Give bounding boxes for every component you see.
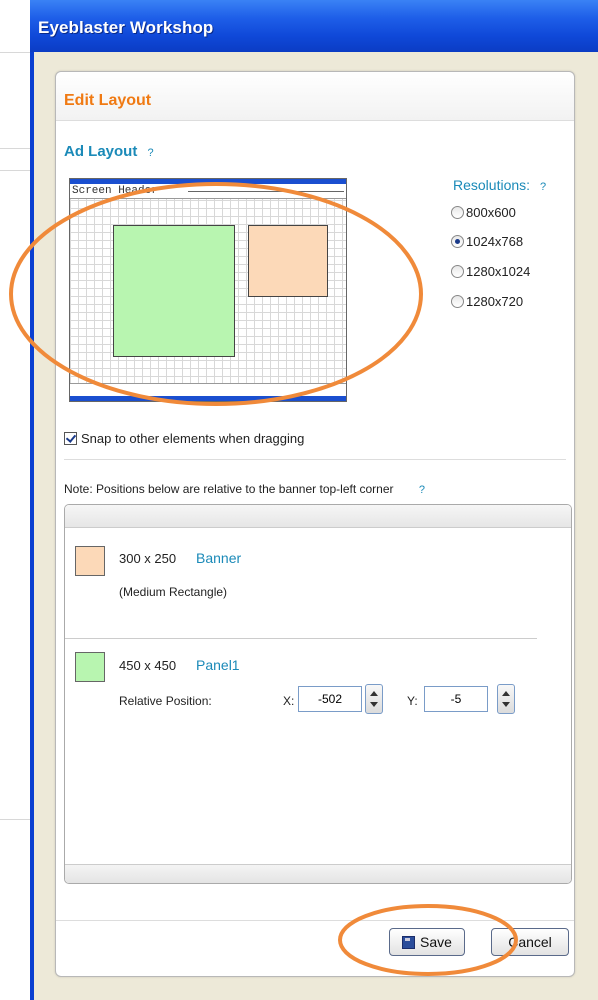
x-stepper-down-icon[interactable]: [370, 702, 378, 707]
radio-1280x1024[interactable]: [451, 265, 464, 278]
snap-checkbox[interactable]: [64, 432, 77, 445]
layout-preview[interactable]: Screen Header: [69, 178, 347, 402]
window-titlebar[interactable]: Eyeblaster Workshop: [30, 0, 598, 52]
list-header: [65, 505, 571, 528]
preview-header-line: [188, 191, 344, 192]
list-footer: [65, 864, 571, 883]
resolutions-label: Resolutions:: [453, 177, 531, 193]
banner-size: 300 x 250: [119, 551, 177, 566]
panel1-color-swatch: [75, 652, 105, 682]
y-stepper-down-icon[interactable]: [502, 702, 510, 707]
y-stepper[interactable]: [497, 684, 515, 714]
save-label: Save: [420, 934, 452, 950]
ad-layout-title: Ad Layout ?: [64, 143, 154, 160]
snap-option[interactable]: Snap to other elements when dragging: [64, 431, 304, 446]
preview-screen-footer: [70, 383, 346, 396]
x-label: X:: [283, 694, 295, 708]
positions-note: Note: Positions below are relative to th…: [64, 482, 425, 496]
radio-1280x720[interactable]: [451, 295, 464, 308]
item-separator: [65, 638, 537, 639]
resolution-option-800x600[interactable]: 800x600: [451, 205, 516, 220]
x-stepper-up-icon[interactable]: [370, 691, 378, 696]
note-text: Note: Positions below are relative to th…: [64, 482, 394, 496]
window-title: Eyeblaster Workshop: [38, 18, 214, 37]
resolutions-help-icon[interactable]: ?: [540, 181, 546, 193]
cancel-button[interactable]: Cancel: [491, 928, 569, 956]
preview-bottom-bar: [70, 396, 346, 401]
cancel-label: Cancel: [508, 934, 552, 950]
window-client-area: Edit Layout Ad Layout ? Screen Header Re…: [34, 52, 598, 1000]
edit-layout-panel: Edit Layout Ad Layout ? Screen Header Re…: [55, 71, 575, 977]
elements-list: 300 x 250 Banner (Medium Rectangle) 450 …: [64, 504, 572, 884]
banner-color-swatch: [75, 546, 105, 576]
resolution-option-1024x768[interactable]: 1024x768: [451, 234, 523, 249]
save-button[interactable]: Save: [389, 928, 465, 956]
radio-800x600[interactable]: [451, 206, 464, 219]
preview-banner-box[interactable]: [248, 225, 328, 297]
banner-name-link[interactable]: Banner: [196, 550, 241, 566]
snap-label: Snap to other elements when dragging: [81, 431, 305, 446]
eyeblaster-workshop-window: Eyeblaster Workshop Edit Layout Ad Layou…: [30, 0, 598, 1000]
y-label: Y:: [407, 694, 418, 708]
x-stepper[interactable]: [365, 684, 383, 714]
divider: [64, 459, 566, 460]
ad-layout-label: Ad Layout: [64, 143, 138, 160]
resolutions-title: Resolutions: ?: [453, 177, 546, 193]
preview-screen-header-label: Screen Header: [72, 185, 161, 197]
radio-1024x768[interactable]: [451, 235, 464, 248]
save-disk-icon: [402, 935, 416, 949]
y-stepper-up-icon[interactable]: [502, 691, 510, 696]
relative-position-label: Relative Position:: [119, 694, 212, 708]
resolution-label-1024x768: 1024x768: [466, 234, 524, 249]
resolution-label-1280x720: 1280x720: [466, 294, 524, 309]
panel-header: Edit Layout: [56, 72, 574, 121]
resolution-label-1280x1024: 1280x1024: [466, 264, 531, 279]
x-position-input[interactable]: [298, 686, 362, 712]
note-help-icon[interactable]: ?: [419, 484, 425, 496]
y-position-input[interactable]: [424, 686, 488, 712]
banner-subtitle: (Medium Rectangle): [119, 585, 228, 599]
resolution-label-800x600: 800x600: [466, 205, 516, 220]
ad-layout-help-icon[interactable]: ?: [148, 147, 154, 159]
background-app: [0, 0, 31, 1000]
button-bar-divider: [56, 920, 574, 921]
panel1-name-link[interactable]: Panel1: [196, 657, 240, 673]
preview-panel1-box[interactable]: [113, 225, 235, 357]
panel-title: Edit Layout: [64, 92, 152, 109]
panel1-size: 450 x 450: [119, 658, 177, 673]
resolution-option-1280x1024[interactable]: 1280x1024: [451, 264, 530, 279]
resolution-option-1280x720[interactable]: 1280x720: [451, 294, 523, 309]
